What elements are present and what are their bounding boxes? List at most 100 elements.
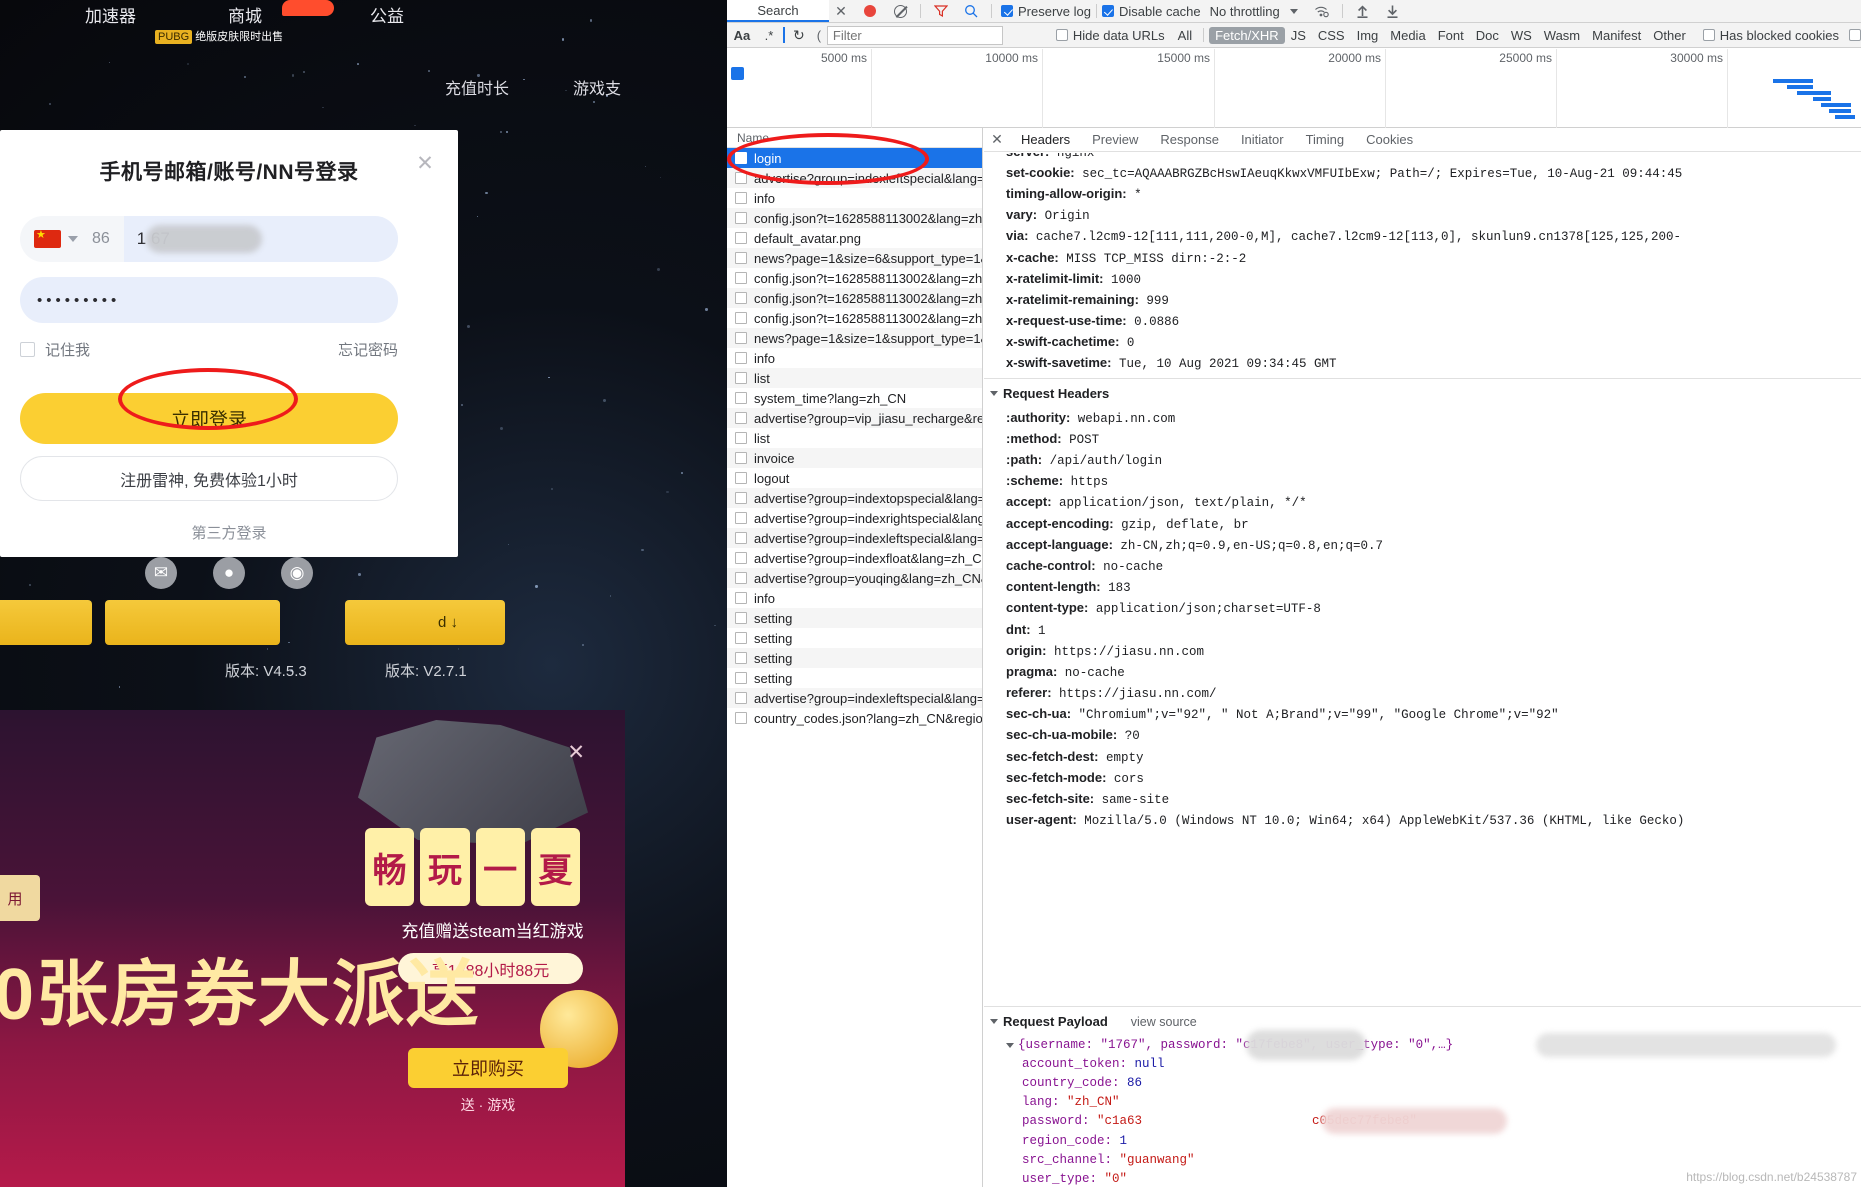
filter-type-fetch-xhr[interactable]: Fetch/XHR [1209,26,1285,44]
throttling-dropdown[interactable]: No throttling [1210,4,1298,19]
network-request-list[interactable]: Name login advertise?group=indexleftspeci… [727,128,983,1187]
request-row[interactable]: setting [727,668,982,688]
filter-type-all[interactable]: All [1172,27,1198,44]
request-row[interactable]: config.json?t=1628588113002&lang=zh_CN [727,308,982,328]
filter-type-js[interactable]: JS [1285,27,1312,44]
network-timeline-overview[interactable]: 5000 ms 10000 ms 15000 ms 20000 ms 25000… [727,49,1861,128]
wechat-icon[interactable]: ✉ [145,557,177,589]
filter-type-wasm[interactable]: Wasm [1538,27,1586,44]
request-row[interactable]: config.json?t=1628588113002&lang=zh_CN [727,288,982,308]
filter-type-font[interactable]: Font [1432,27,1470,44]
network-conditions-icon[interactable] [1307,0,1337,22]
qq-icon[interactable]: ● [213,557,245,589]
filter-type-css[interactable]: CSS [1312,27,1351,44]
request-row[interactable]: info [727,348,982,368]
preserve-log-checkbox[interactable]: Preserve log [1001,4,1091,19]
hide-data-urls-checkbox[interactable]: Hide data URLs [1055,28,1165,43]
remember-me-checkbox[interactable]: 记住我 [20,339,90,360]
request-row[interactable]: setting [727,608,982,628]
tab-timing[interactable]: Timing [1295,128,1356,152]
request-row[interactable]: advertise?group=indexleftspecial&lang=zh… [727,168,982,188]
phone-input[interactable]: 1 67 [123,216,398,262]
forgot-password-link[interactable]: 忘记密码 [338,339,398,360]
request-row[interactable]: advertise?group=indexleftspecial&lang=zh… [727,688,982,708]
tab-headers[interactable]: Headers [1010,128,1081,152]
tab-cookies[interactable]: Cookies [1355,128,1424,152]
payload-root-line[interactable]: {username: "1767", password: "c17febe8",… [984,1030,1861,1060]
login-button[interactable]: 立即登录 [20,393,398,444]
filter-type-doc[interactable]: Doc [1470,27,1505,44]
request-row[interactable]: advertise?group=indexfloat&lang=zh_CN&..… [727,548,982,568]
promo-close-icon[interactable]: ✕ [567,740,585,765]
match-case-icon[interactable]: Aa [727,28,757,43]
request-row[interactable]: invoice [727,448,982,468]
password-input[interactable]: ••••••••• [20,277,398,323]
tab-response[interactable]: Response [1149,128,1230,152]
tab-initiator[interactable]: Initiator [1230,128,1295,152]
request-row[interactable]: country_codes.json?lang=zh_CN&region_c..… [727,708,982,728]
country-selector[interactable] [20,227,78,248]
has-blocked-cookies-checkbox[interactable]: Has blocked cookies [1702,28,1839,43]
request-row[interactable]: default_avatar.png [727,228,982,248]
download-card-3[interactable] [345,600,505,645]
search-icon[interactable] [956,0,986,22]
nav-item-accelerator[interactable]: 加速器 [85,2,136,27]
filter-type-manifest[interactable]: Manifest [1586,27,1647,44]
request-row[interactable]: advertise?group=indextopspecial&lang=zh.… [727,488,982,508]
weibo-icon[interactable]: ◉ [281,557,313,589]
promo-buy-button[interactable]: 立即购买 [408,1048,568,1088]
request-row[interactable]: config.json?t=1628588113002&lang=zh_CN [727,268,982,288]
refresh-icon[interactable]: ↻ [787,27,811,44]
payload-root-head: {username: "17 [1018,1037,1124,1052]
nav-item-charity[interactable]: 公益 [370,2,404,27]
filter-type-other[interactable]: Other [1647,27,1692,44]
regex-icon[interactable]: .* [757,28,781,43]
request-row[interactable]: advertise?group=vip_jiasu_recharge&regio… [727,408,982,428]
download-card-1[interactable] [0,600,92,645]
subnav-item-game-support[interactable]: 游戏支 [573,75,621,99]
request-row[interactable]: setting [727,648,982,668]
request-detail-body[interactable]: server: nginxset-cookie: sec_tc=AQAAABRG… [984,153,1861,1187]
request-row[interactable]: system_time?lang=zh_CN [727,388,982,408]
close-icon[interactable]: ✕ [832,2,850,20]
request-row[interactable]: list [727,428,982,448]
tab-search[interactable]: Search [727,0,829,22]
request-row[interactable]: news?page=1&size=1&support_type=1&cl... [727,328,982,348]
request-row[interactable]: info [727,588,982,608]
request-row[interactable]: login [727,148,982,168]
download-card-2[interactable] [105,600,280,645]
request-row[interactable]: setting [727,628,982,648]
promo-subtitle: 充值赠送steam当红游戏 [401,922,584,941]
nav-item-shop[interactable]: 商城 [228,2,262,27]
filter-type-ws[interactable]: WS [1505,27,1538,44]
request-row[interactable]: news?page=1&size=6&support_type=1&cl... [727,248,982,268]
subnav-item-recharge[interactable]: 充值时长 [445,75,509,99]
clear-icon[interactable] [885,0,915,22]
request-row[interactable]: list [727,368,982,388]
tab-preview[interactable]: Preview [1081,128,1149,152]
request-row[interactable]: config.json?t=1628588113002&lang=zh_CN [727,208,982,228]
import-har-icon[interactable] [1348,0,1378,22]
close-icon[interactable]: ✕ [984,131,1010,148]
filter-funnel-icon[interactable] [926,0,956,22]
request-row[interactable]: advertise?group=indexrightspecial&lang=z… [727,508,982,528]
checkbox-icon[interactable] [1849,29,1861,41]
request-row[interactable]: logout [727,468,982,488]
request-row[interactable]: advertise?group=youqing&lang=zh_CN&r... [727,568,982,588]
register-button[interactable]: 注册雷神, 免费体验1小时 [20,456,398,501]
disable-cache-checkbox[interactable]: Disable cache [1101,4,1201,19]
pubg-promo-badge[interactable]: PUBG 绝版皮肤限时出售 [155,28,283,44]
payload-field-key: account_token: [1022,1056,1128,1071]
record-button[interactable] [855,0,885,22]
filter-type-img[interactable]: Img [1351,27,1385,44]
filter-type-media[interactable]: Media [1384,27,1431,44]
request-payload-section-title[interactable]: Request Payload view source [984,1006,1861,1035]
request-row[interactable]: advertise?group=indexleftspecial&lang=zh… [727,528,982,548]
request-row[interactable]: info [727,188,982,208]
header-key: pragma: [1006,663,1058,679]
export-har-icon[interactable] [1378,0,1408,22]
request-headers-section-title[interactable]: Request Headers [984,378,1861,407]
filter-input[interactable] [826,25,1003,45]
view-source-link[interactable]: view source [1131,1015,1197,1029]
request-list-column-header[interactable]: Name [727,128,982,148]
